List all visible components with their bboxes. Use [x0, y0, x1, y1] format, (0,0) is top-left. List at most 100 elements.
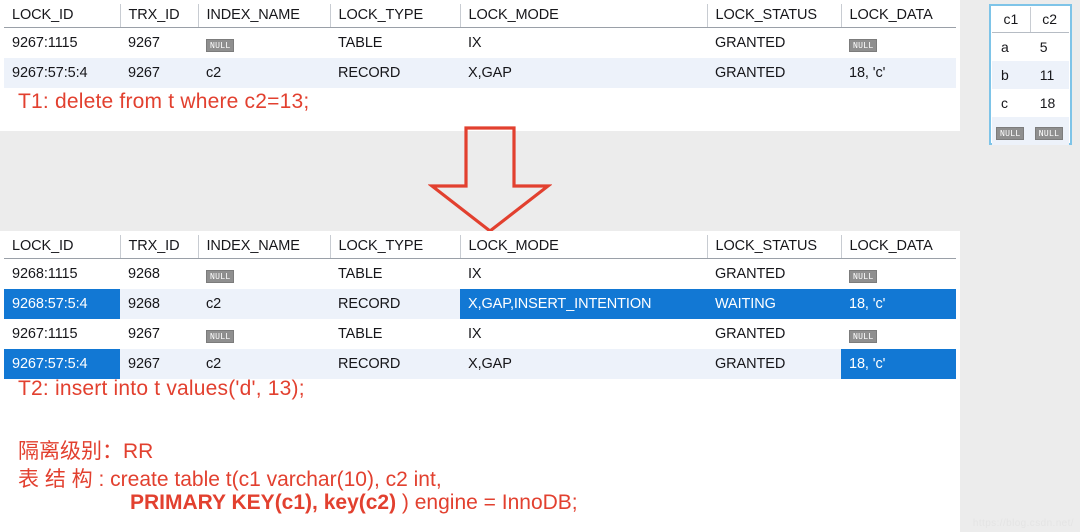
cell-trx-id: 9267: [120, 319, 198, 349]
column-header-index-name[interactable]: INDEX_NAME: [198, 235, 331, 259]
cell-lock-data: NULL: [841, 258, 956, 289]
cell-lock-data: 18, 'c': [841, 58, 956, 88]
note-isolation-level: 隔离级别：RR: [18, 440, 154, 463]
mini-grid-row[interactable]: a 5: [992, 32, 1069, 61]
cell-index-name: c2: [198, 349, 330, 379]
table-header-row: LOCK_ID TRX_ID INDEX_NAME LOCK_TYPE LOCK…: [4, 4, 956, 28]
cell-lock-type: RECORD: [330, 289, 460, 319]
schema-keys-bold: PRIMARY KEY(c1), key(c2): [130, 491, 397, 514]
table-row[interactable]: 9267:57:5:4 9267 c2 RECORD X,GAP GRANTED…: [4, 58, 956, 88]
cell-lock-data: 18, 'c': [841, 289, 956, 319]
cell-lock-mode: IX: [460, 27, 707, 58]
cell-index-name: c2: [198, 289, 330, 319]
table-row[interactable]: 9267:1115 9267 NULL TABLE IX GRANTED NUL…: [4, 27, 956, 58]
note-table-schema-line1: 表 结 构 : create table t(c1 varchar(10), c…: [18, 468, 442, 491]
table-row[interactable]: 9267:57:5:4 9267 c2 RECORD X,GAP GRANTED…: [4, 349, 956, 379]
note-table-schema-line2: PRIMARY KEY(c1), key(c2) ) engine = Inno…: [130, 491, 578, 515]
mini-cell-c2: 5: [1030, 32, 1069, 61]
cell-trx-id: 9268: [120, 258, 198, 289]
cell-trx-id: 9268: [120, 289, 198, 319]
table-row-selected[interactable]: 9268:57:5:4 9268 c2 RECORD X,GAP,INSERT_…: [4, 289, 956, 319]
cell-lock-id: 9267:57:5:4: [4, 349, 120, 379]
cell-index-name: NULL: [198, 258, 330, 289]
column-header-lock-status[interactable]: LOCK_STATUS: [707, 4, 842, 28]
mini-cell-c1: a: [992, 32, 1031, 61]
statement-t1: T1: delete from t where c2=13;: [18, 90, 310, 113]
cell-lock-data: 18, 'c': [841, 349, 956, 379]
column-header-lock-id[interactable]: LOCK_ID: [4, 235, 121, 259]
cell-lock-mode: IX: [460, 319, 707, 349]
schema-engine-tail: ) engine = InnoDB;: [396, 491, 578, 514]
table-row[interactable]: 9267:1115 9267 NULL TABLE IX GRANTED NUL…: [4, 319, 956, 349]
null-badge: NULL: [849, 269, 878, 283]
column-header-lock-status[interactable]: LOCK_STATUS: [707, 235, 842, 259]
lock-table-before: LOCK_ID TRX_ID INDEX_NAME LOCK_TYPE LOCK…: [4, 4, 956, 88]
cell-lock-status: GRANTED: [707, 349, 841, 379]
column-header-trx-id[interactable]: TRX_ID: [120, 4, 199, 28]
cell-lock-type: RECORD: [330, 58, 460, 88]
null-badge: NULL: [849, 38, 878, 52]
mini-cell-c1-null: NULL: [992, 117, 1031, 145]
cell-lock-type: RECORD: [330, 349, 460, 379]
cell-lock-id: 9267:1115: [4, 27, 120, 58]
mini-column-header-c1[interactable]: c1: [992, 7, 1031, 33]
column-header-index-name[interactable]: INDEX_NAME: [198, 4, 331, 28]
cell-lock-status: GRANTED: [707, 27, 841, 58]
mini-cell-c2: 11: [1030, 61, 1069, 89]
mini-grid-row[interactable]: b 11: [992, 61, 1069, 89]
mini-grid-row[interactable]: c 18: [992, 89, 1069, 117]
cell-lock-mode: X,GAP,INSERT_INTENTION: [460, 289, 707, 319]
cell-lock-status: GRANTED: [707, 319, 841, 349]
cell-trx-id: 9267: [120, 27, 198, 58]
cell-lock-id: 9267:1115: [4, 319, 120, 349]
column-header-lock-type[interactable]: LOCK_TYPE: [330, 4, 461, 28]
cell-index-name: NULL: [198, 319, 330, 349]
mini-grid-table: c1 c2 a 5 b 11 c 18 NULL NULL: [992, 7, 1069, 145]
null-badge: NULL: [206, 329, 235, 343]
watermark: https://blog.csdn.net/: [972, 518, 1074, 529]
column-header-lock-data[interactable]: LOCK_DATA: [841, 235, 956, 259]
column-header-lock-mode[interactable]: LOCK_MODE: [460, 4, 708, 28]
column-header-lock-type[interactable]: LOCK_TYPE: [330, 235, 461, 259]
cell-lock-status: WAITING: [707, 289, 841, 319]
cell-lock-data: NULL: [841, 27, 956, 58]
cell-trx-id: 9267: [120, 349, 198, 379]
column-header-lock-id[interactable]: LOCK_ID: [4, 4, 121, 28]
mini-column-header-c2[interactable]: c2: [1030, 7, 1069, 33]
mini-grid-header-row: c1 c2: [992, 7, 1069, 33]
cell-lock-mode: IX: [460, 258, 707, 289]
cell-lock-id: 9268:1115: [4, 258, 120, 289]
cell-index-name: NULL: [198, 27, 330, 58]
mini-cell-c1: b: [992, 61, 1031, 89]
cell-lock-mode: X,GAP: [460, 349, 707, 379]
null-badge: NULL: [1034, 126, 1064, 140]
column-header-lock-data[interactable]: LOCK_DATA: [841, 4, 956, 28]
null-badge: NULL: [206, 269, 235, 283]
null-badge: NULL: [206, 38, 235, 52]
statement-t2: T2: insert into t values('d', 13);: [18, 377, 305, 400]
cell-lock-id: 9267:57:5:4: [4, 58, 120, 88]
column-header-lock-mode[interactable]: LOCK_MODE: [460, 235, 708, 259]
table-data-grid: c1 c2 a 5 b 11 c 18 NULL NULL: [989, 4, 1072, 145]
cell-lock-status: GRANTED: [707, 258, 841, 289]
down-arrow-icon: [428, 126, 552, 234]
cell-lock-type: TABLE: [330, 258, 460, 289]
table-row[interactable]: 9268:1115 9268 NULL TABLE IX GRANTED NUL…: [4, 258, 956, 289]
mini-cell-c2: 18: [1030, 89, 1069, 117]
mini-cell-c2-null: NULL: [1030, 117, 1069, 145]
cell-trx-id: 9267: [120, 58, 198, 88]
cell-lock-mode: X,GAP: [460, 58, 707, 88]
cell-lock-type: TABLE: [330, 319, 460, 349]
mini-grid-new-row[interactable]: NULL NULL: [992, 117, 1069, 145]
cell-lock-status: GRANTED: [707, 58, 841, 88]
cell-lock-type: TABLE: [330, 27, 460, 58]
null-badge: NULL: [996, 126, 1025, 140]
cell-index-name: c2: [198, 58, 330, 88]
mini-cell-c1: c: [992, 89, 1031, 117]
cell-lock-data: NULL: [841, 319, 956, 349]
null-badge: NULL: [849, 329, 878, 343]
lock-table-after: LOCK_ID TRX_ID INDEX_NAME LOCK_TYPE LOCK…: [4, 235, 956, 379]
cell-lock-id: 9268:57:5:4: [4, 289, 120, 319]
column-header-trx-id[interactable]: TRX_ID: [120, 235, 199, 259]
table-header-row: LOCK_ID TRX_ID INDEX_NAME LOCK_TYPE LOCK…: [4, 235, 956, 259]
